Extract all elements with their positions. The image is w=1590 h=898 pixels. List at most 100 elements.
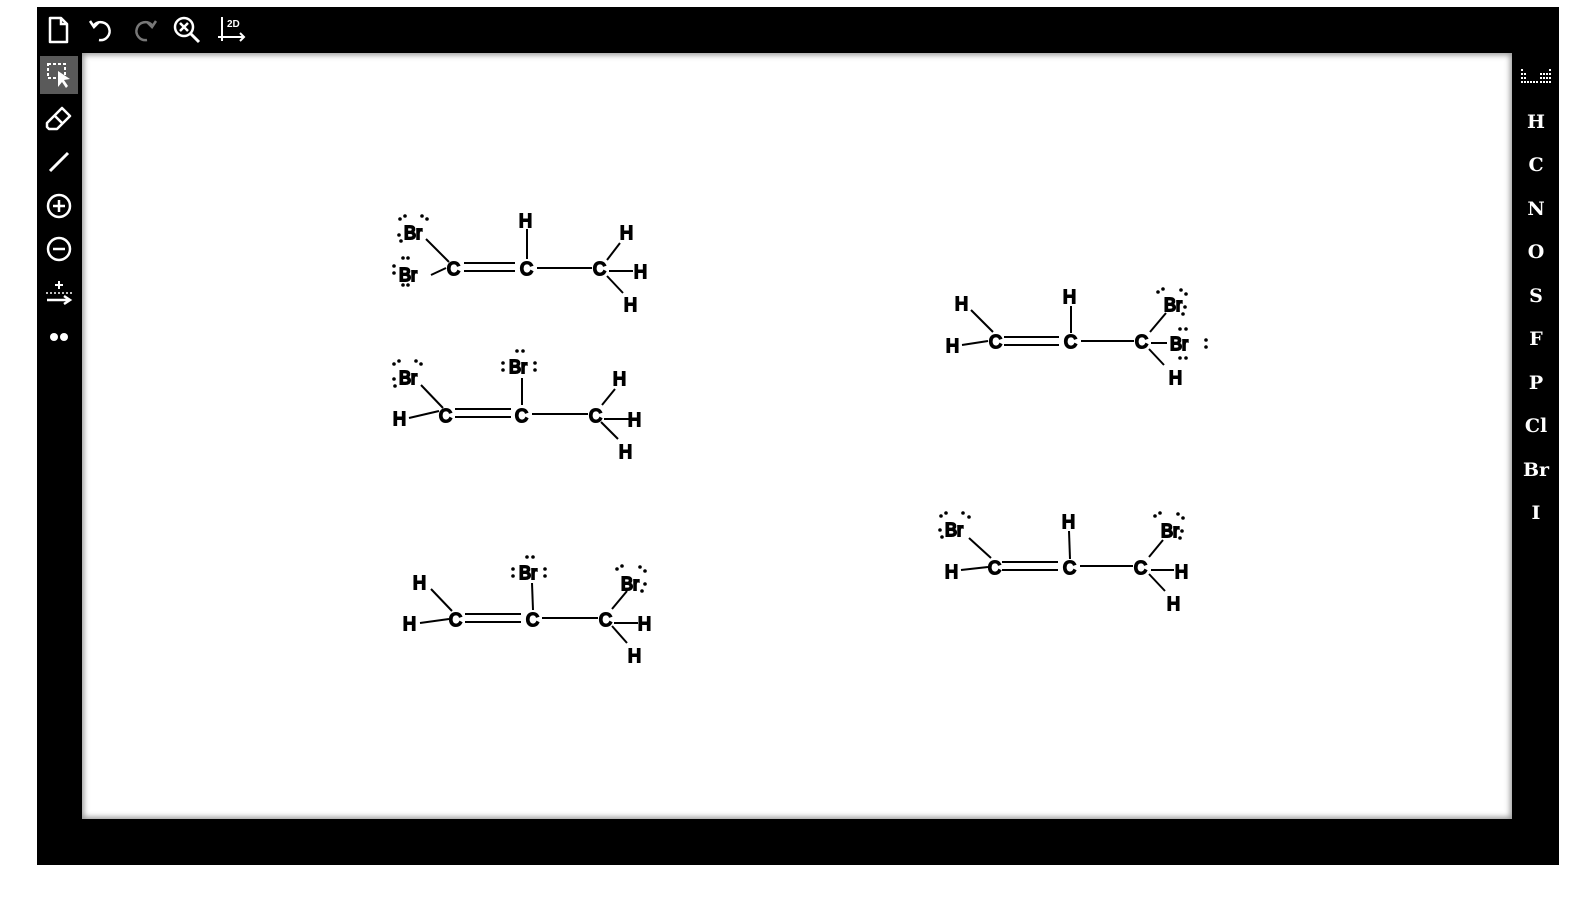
atom-label: C	[1063, 558, 1076, 578]
element-br-button[interactable]: Br	[1513, 453, 1559, 487]
clear-zoom-icon	[173, 16, 201, 44]
element-c-button[interactable]: C	[1513, 148, 1559, 182]
element-i-button[interactable]: I	[1513, 496, 1559, 530]
atom-label: H	[634, 262, 647, 282]
minus-circle-icon	[46, 236, 72, 262]
bond	[419, 618, 450, 624]
bond	[611, 625, 628, 644]
molecule-2: Br H C C C Br H H H	[392, 349, 642, 463]
reaction-arrow-tool[interactable]	[40, 274, 78, 312]
bond	[531, 582, 534, 611]
bond	[960, 566, 989, 571]
element-s-button[interactable]: S	[1513, 279, 1559, 313]
atom-label: H	[620, 223, 633, 243]
sketcher-window: 2D H C N O S F P Cl Br I Br Br C C C H H…	[37, 7, 1559, 865]
periodic-table-button[interactable]	[1513, 59, 1559, 93]
bond	[408, 410, 440, 419]
undo-icon	[88, 20, 111, 42]
eraser-tool[interactable]	[40, 100, 78, 138]
atom-label: C	[526, 610, 539, 630]
bond	[968, 537, 992, 559]
atom-label: H	[519, 211, 532, 231]
bond	[606, 275, 624, 294]
new-document-icon	[48, 16, 69, 44]
atom-label: Br	[1164, 295, 1182, 315]
drawing-canvas[interactable]: Br Br C C C H H H H Br H C C C Br H H H …	[82, 53, 1512, 819]
atom-label: H	[628, 410, 641, 430]
atom-label: H	[1169, 368, 1182, 388]
line-icon	[48, 151, 70, 173]
bond	[1148, 348, 1165, 366]
atom-label: C	[989, 332, 1002, 352]
atom-label: C	[447, 259, 460, 279]
molecule-3: H H C C C Br Br H H	[402, 555, 652, 667]
element-n-button[interactable]: N	[1513, 192, 1559, 226]
atom-label: H	[1063, 287, 1076, 307]
2d-cleanup-button[interactable]: 2D	[213, 11, 251, 49]
element-h-button[interactable]: H	[1513, 105, 1559, 139]
molecules-drawing: Br Br C C C H H H H Br H C C C Br H H H …	[392, 210, 1208, 667]
atom-label: Br	[519, 563, 537, 583]
positive-charge-tool[interactable]	[40, 187, 78, 225]
atom-label: C	[520, 259, 533, 279]
element-cl-button[interactable]: Cl	[1513, 409, 1559, 443]
atom-label: C	[1134, 558, 1147, 578]
atom-label: H	[1175, 562, 1188, 582]
plus-circle-icon	[46, 193, 72, 219]
atom-label: C	[589, 406, 602, 426]
atom-label: C	[449, 610, 462, 630]
bond	[1148, 573, 1166, 592]
element-o-button[interactable]: O	[1513, 235, 1559, 269]
atom-label: C	[1064, 332, 1077, 352]
atom-label: Br	[509, 357, 527, 377]
atom-label: H	[413, 573, 426, 593]
bond	[961, 340, 989, 346]
top-toolbar: 2D	[37, 7, 1559, 53]
select-arrow-icon	[47, 63, 70, 88]
eraser-icon	[45, 106, 72, 131]
atom-label: Br	[621, 574, 639, 594]
molecule-1: Br Br C C C H H H H	[392, 210, 648, 316]
atom-label: H	[393, 409, 406, 429]
element-p-button[interactable]: P	[1513, 366, 1559, 400]
new-document-button[interactable]	[39, 11, 77, 49]
atom-label: Br	[1170, 334, 1188, 354]
bond-tool[interactable]	[40, 143, 78, 181]
atom-label: Br	[399, 368, 417, 388]
clear-zoom-button[interactable]	[168, 11, 206, 49]
atom-label: C	[1135, 332, 1148, 352]
select-tool[interactable]	[40, 56, 78, 94]
molecule-4: H H C C C H Br Br H	[945, 286, 1208, 389]
undo-button[interactable]	[82, 11, 120, 49]
atom-label: H	[624, 295, 637, 315]
atom-label: C	[599, 610, 612, 630]
atom-label: H	[1062, 512, 1075, 532]
atom-label: H	[628, 646, 641, 666]
atom-label: H	[403, 614, 416, 634]
element-f-button[interactable]: F	[1513, 322, 1559, 356]
bond	[1149, 312, 1167, 333]
atom-label: H	[638, 614, 651, 634]
lone-pair-tool[interactable]	[40, 318, 78, 356]
atom-label: H	[945, 562, 958, 582]
atom-label: C	[593, 259, 606, 279]
atom-label: H	[946, 336, 959, 356]
bond	[430, 267, 447, 276]
atom-label: C	[439, 406, 452, 426]
2d-cleanup-icon: 2D	[218, 17, 246, 42]
arrow-icon	[46, 281, 73, 306]
bond	[1068, 530, 1071, 560]
left-toolbar	[37, 53, 81, 373]
redo-button[interactable]	[126, 11, 164, 49]
bond	[425, 238, 450, 263]
atom-label: Br	[404, 223, 422, 243]
negative-charge-tool[interactable]	[40, 230, 78, 268]
atom-label: H	[613, 369, 626, 389]
dots-icon	[50, 333, 68, 341]
molecule-5: Br H C C C H Br H H	[938, 511, 1189, 615]
atom-label: Br	[945, 520, 963, 540]
element-panel: H C N O S F P Cl Br I	[1513, 53, 1559, 533]
periodic-table-icon	[1521, 69, 1551, 83]
bond	[606, 242, 621, 261]
bond	[970, 309, 994, 333]
